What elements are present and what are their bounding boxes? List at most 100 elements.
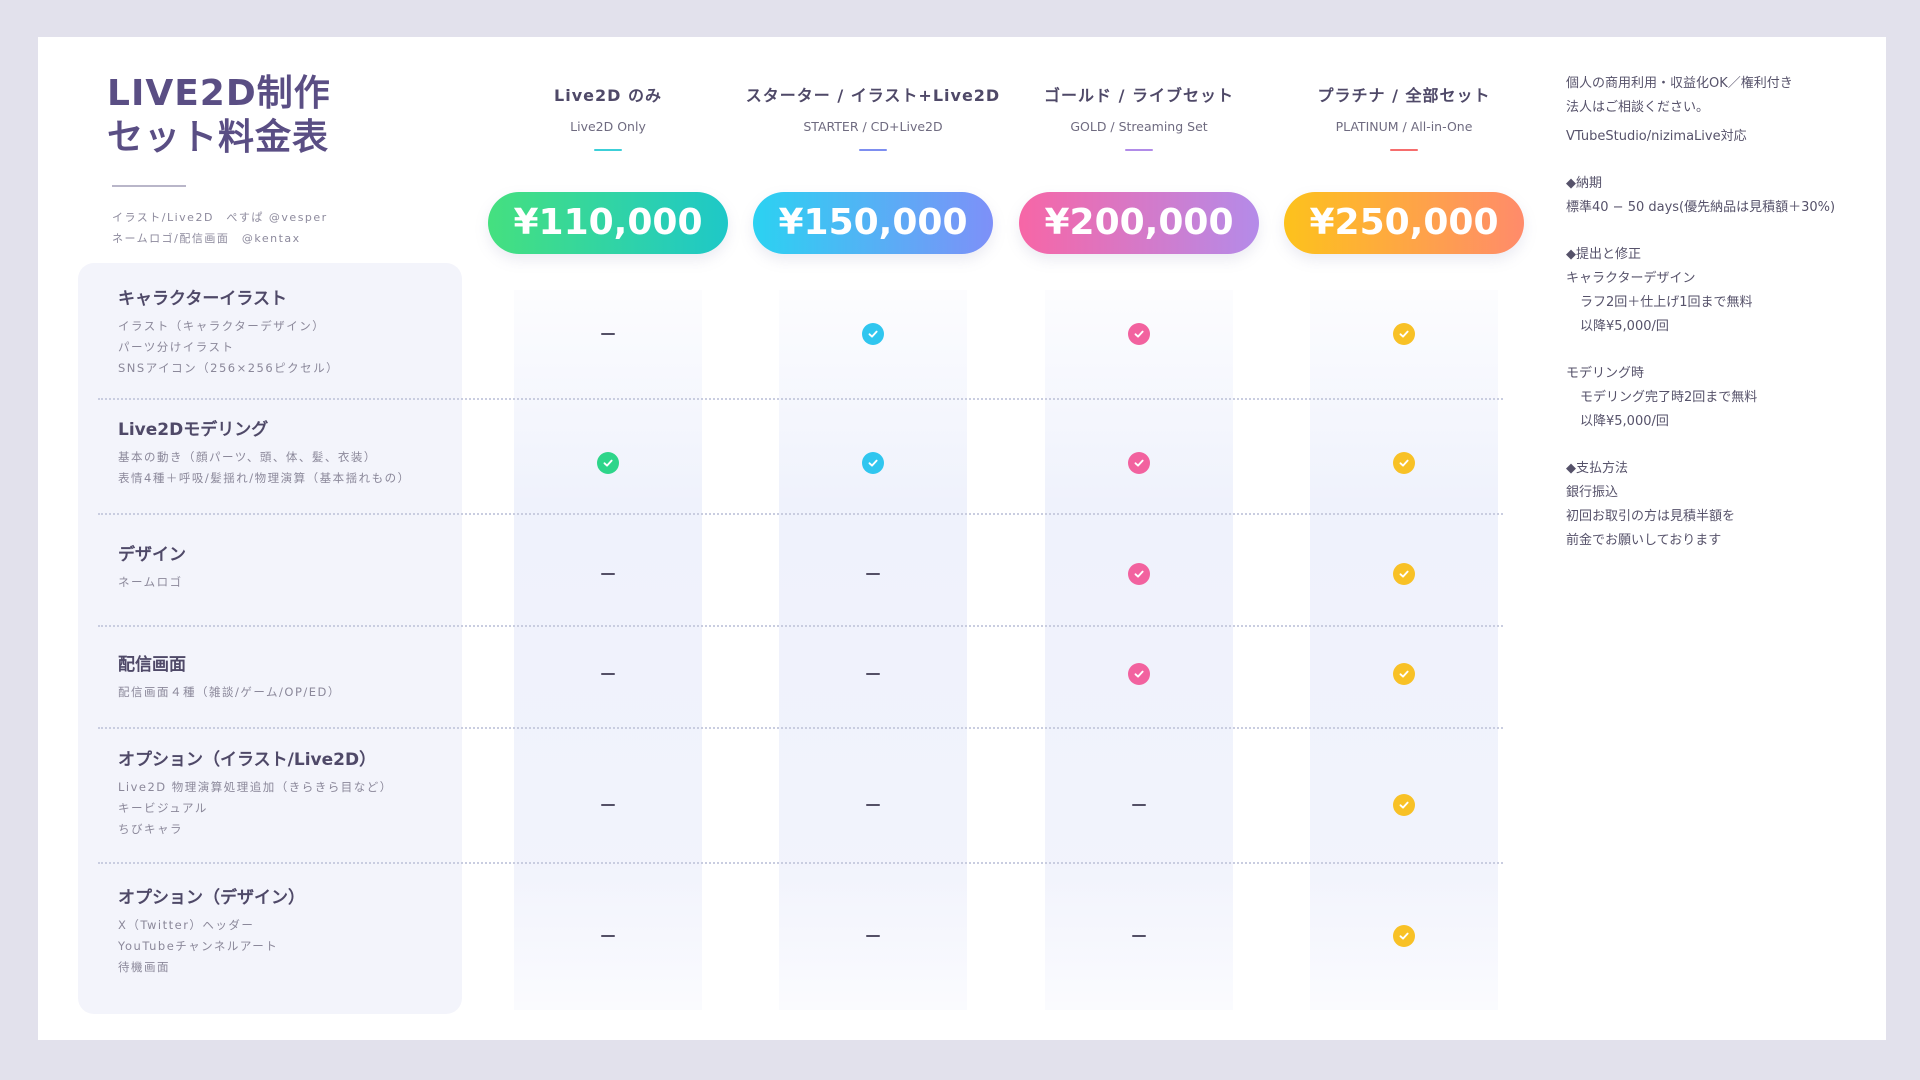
included-check-icon <box>1384 654 1424 694</box>
check-icon <box>1393 663 1415 685</box>
plan-subtitle: Live2D Only <box>570 119 646 134</box>
dash-icon <box>866 673 880 675</box>
row-description: 基本の動き（顔パーツ、頭、体、髪、衣装） 表情4種＋呼吸/髪揺れ/物理演算（基本… <box>118 447 411 489</box>
included-check-icon <box>853 314 893 354</box>
dash-icon <box>601 333 615 335</box>
row-title: オプション（デザイン） <box>118 888 305 908</box>
plan-accent-bar <box>859 149 887 151</box>
included-check-icon <box>1384 916 1424 956</box>
note-payment-line: 銀行振込 <box>1566 485 1619 500</box>
row-desc-line: ネームロゴ <box>118 575 183 589</box>
plan-name: スターター / イラスト+Live2D <box>745 86 1001 105</box>
note-delivery-text: 標準40 − 50 days(優先納品は見積額＋30%) <box>1566 200 1836 215</box>
not-included-dash-icon <box>1119 916 1159 956</box>
row-divider <box>98 398 1503 400</box>
row-label-character-illustration: キャラクターイラスト イラスト（キャラクターデザイン） パーツ分けイラスト SN… <box>118 288 339 379</box>
plan-subtitle: STARTER / CD+Live2D <box>803 119 943 134</box>
row-label-option-illustration: オプション（イラスト/Live2D） Live2D 物理演算処理追加（きらきら目… <box>118 749 393 840</box>
check-icon <box>1393 452 1415 474</box>
row-label-live2d-modeling: Live2Dモデリング 基本の動き（顔パーツ、頭、体、髪、衣装） 表情4種＋呼吸… <box>118 419 411 489</box>
price-badge-live2d-only: ¥110,000 <box>488 192 728 254</box>
row-description: ネームロゴ <box>118 572 186 593</box>
plan-name: ゴールド / ライブセット <box>1044 86 1234 105</box>
dash-icon <box>601 804 615 806</box>
check-icon <box>1128 663 1150 685</box>
row-divider <box>98 625 1503 627</box>
plan-subtitle: GOLD / Streaming Set <box>1070 119 1208 134</box>
not-included-dash-icon <box>1119 785 1159 825</box>
credit-illustration: イラスト/Live2D ぺすぱ @vesper <box>112 211 328 224</box>
included-check-icon <box>853 443 893 483</box>
plan-accent-bar <box>1390 149 1418 151</box>
note-revision-character-title: キャラクターデザイン <box>1566 271 1696 286</box>
row-label-design: デザイン ネームロゴ <box>118 544 186 593</box>
dash-icon <box>601 573 615 575</box>
included-check-icon <box>1119 443 1159 483</box>
dash-icon <box>1132 935 1146 937</box>
note-support: VTubeStudio/nizimaLive対応 <box>1566 129 1747 144</box>
price-badge-gold: ¥200,000 <box>1019 192 1259 254</box>
included-check-icon <box>1119 654 1159 694</box>
title-line-2: セット料金表 <box>107 117 330 158</box>
row-desc-line: SNSアイコン（256×256ピクセル） <box>118 361 340 375</box>
row-title: キャラクターイラスト <box>118 289 287 309</box>
not-included-dash-icon <box>853 916 893 956</box>
dash-icon <box>1132 804 1146 806</box>
row-desc-line: 表情4種＋呼吸/髪揺れ/物理演算（基本揺れもの） <box>118 471 411 485</box>
check-icon <box>597 452 619 474</box>
not-included-dash-icon <box>588 314 628 354</box>
plan-name: プラチナ / 全部セット <box>1317 86 1491 105</box>
row-divider <box>98 862 1503 864</box>
included-check-icon <box>1119 314 1159 354</box>
row-desc-line: Live2D 物理演算処理追加（きらきら目など） <box>118 780 393 794</box>
row-title: オプション（イラスト/Live2D） <box>118 750 377 770</box>
included-check-icon <box>1384 314 1424 354</box>
check-icon <box>1393 794 1415 816</box>
not-included-dash-icon <box>853 554 893 594</box>
row-desc-line: キービジュアル <box>118 801 208 815</box>
row-divider <box>98 727 1503 729</box>
included-check-icon <box>1119 554 1159 594</box>
not-included-dash-icon <box>853 785 893 825</box>
check-icon <box>1393 323 1415 345</box>
plan-header-live2d-only: Live2D のみ Live2D Only <box>478 84 738 151</box>
note-revision-modeling-title: モデリング時 <box>1566 366 1645 381</box>
not-included-dash-icon <box>588 654 628 694</box>
row-divider <box>98 513 1503 515</box>
check-icon <box>1128 563 1150 585</box>
check-icon <box>1128 452 1150 474</box>
row-desc-line: パーツ分けイラスト <box>118 340 235 354</box>
check-icon <box>862 323 884 345</box>
plan-accent-bar <box>594 149 622 151</box>
row-label-option-design: オプション（デザイン） X（Twitter）ヘッダー YouTubeチャンネルア… <box>118 887 305 978</box>
row-desc-line: X（Twitter）ヘッダー <box>118 918 255 932</box>
check-icon <box>862 452 884 474</box>
note-revision-line: 以降¥5,000/回 <box>1580 414 1669 429</box>
dash-icon <box>601 935 615 937</box>
row-desc-line: ちびキャラ <box>118 822 183 836</box>
note-revision-line: ラフ2回＋仕上げ1回まで無料 <box>1580 295 1753 310</box>
row-description: 配信画面４種（雑談/ゲーム/OP/ED） <box>118 682 341 703</box>
row-desc-line: 基本の動き（顔パーツ、頭、体、髪、衣装） <box>118 450 377 464</box>
row-desc-line: 待機画面 <box>118 960 170 974</box>
row-title: Live2Dモデリング <box>118 420 269 440</box>
price-badge-starter: ¥150,000 <box>753 192 993 254</box>
check-icon <box>1393 925 1415 947</box>
row-title: デザイン <box>118 545 186 565</box>
included-check-icon <box>1384 554 1424 594</box>
row-description: Live2D 物理演算処理追加（きらきら目など） キービジュアル ちびキャラ <box>118 777 393 840</box>
dash-icon <box>601 673 615 675</box>
row-label-streaming-screen: 配信画面 配信画面４種（雑談/ゲーム/OP/ED） <box>118 654 341 703</box>
row-desc-line: YouTubeチャンネルアート <box>118 939 279 953</box>
note-commercial-line: 法人はご相談ください。 <box>1566 100 1710 115</box>
note-delivery-heading: ◆納期 <box>1566 176 1602 191</box>
terms-notes: 個人の商用利用・収益化OK／権利付き 法人はご相談ください。 VTubeStud… <box>1566 72 1896 553</box>
row-description: X（Twitter）ヘッダー YouTubeチャンネルアート 待機画面 <box>118 915 305 978</box>
price-badge-platinum: ¥250,000 <box>1284 192 1524 254</box>
note-payment-heading: ◆支払方法 <box>1566 461 1628 476</box>
row-desc-line: イラスト（キャラクターデザイン） <box>118 319 326 333</box>
title-divider <box>112 185 186 187</box>
credit-design: ネームロゴ/配信画面 @kentax <box>112 232 301 245</box>
not-included-dash-icon <box>853 654 893 694</box>
dash-icon <box>866 935 880 937</box>
